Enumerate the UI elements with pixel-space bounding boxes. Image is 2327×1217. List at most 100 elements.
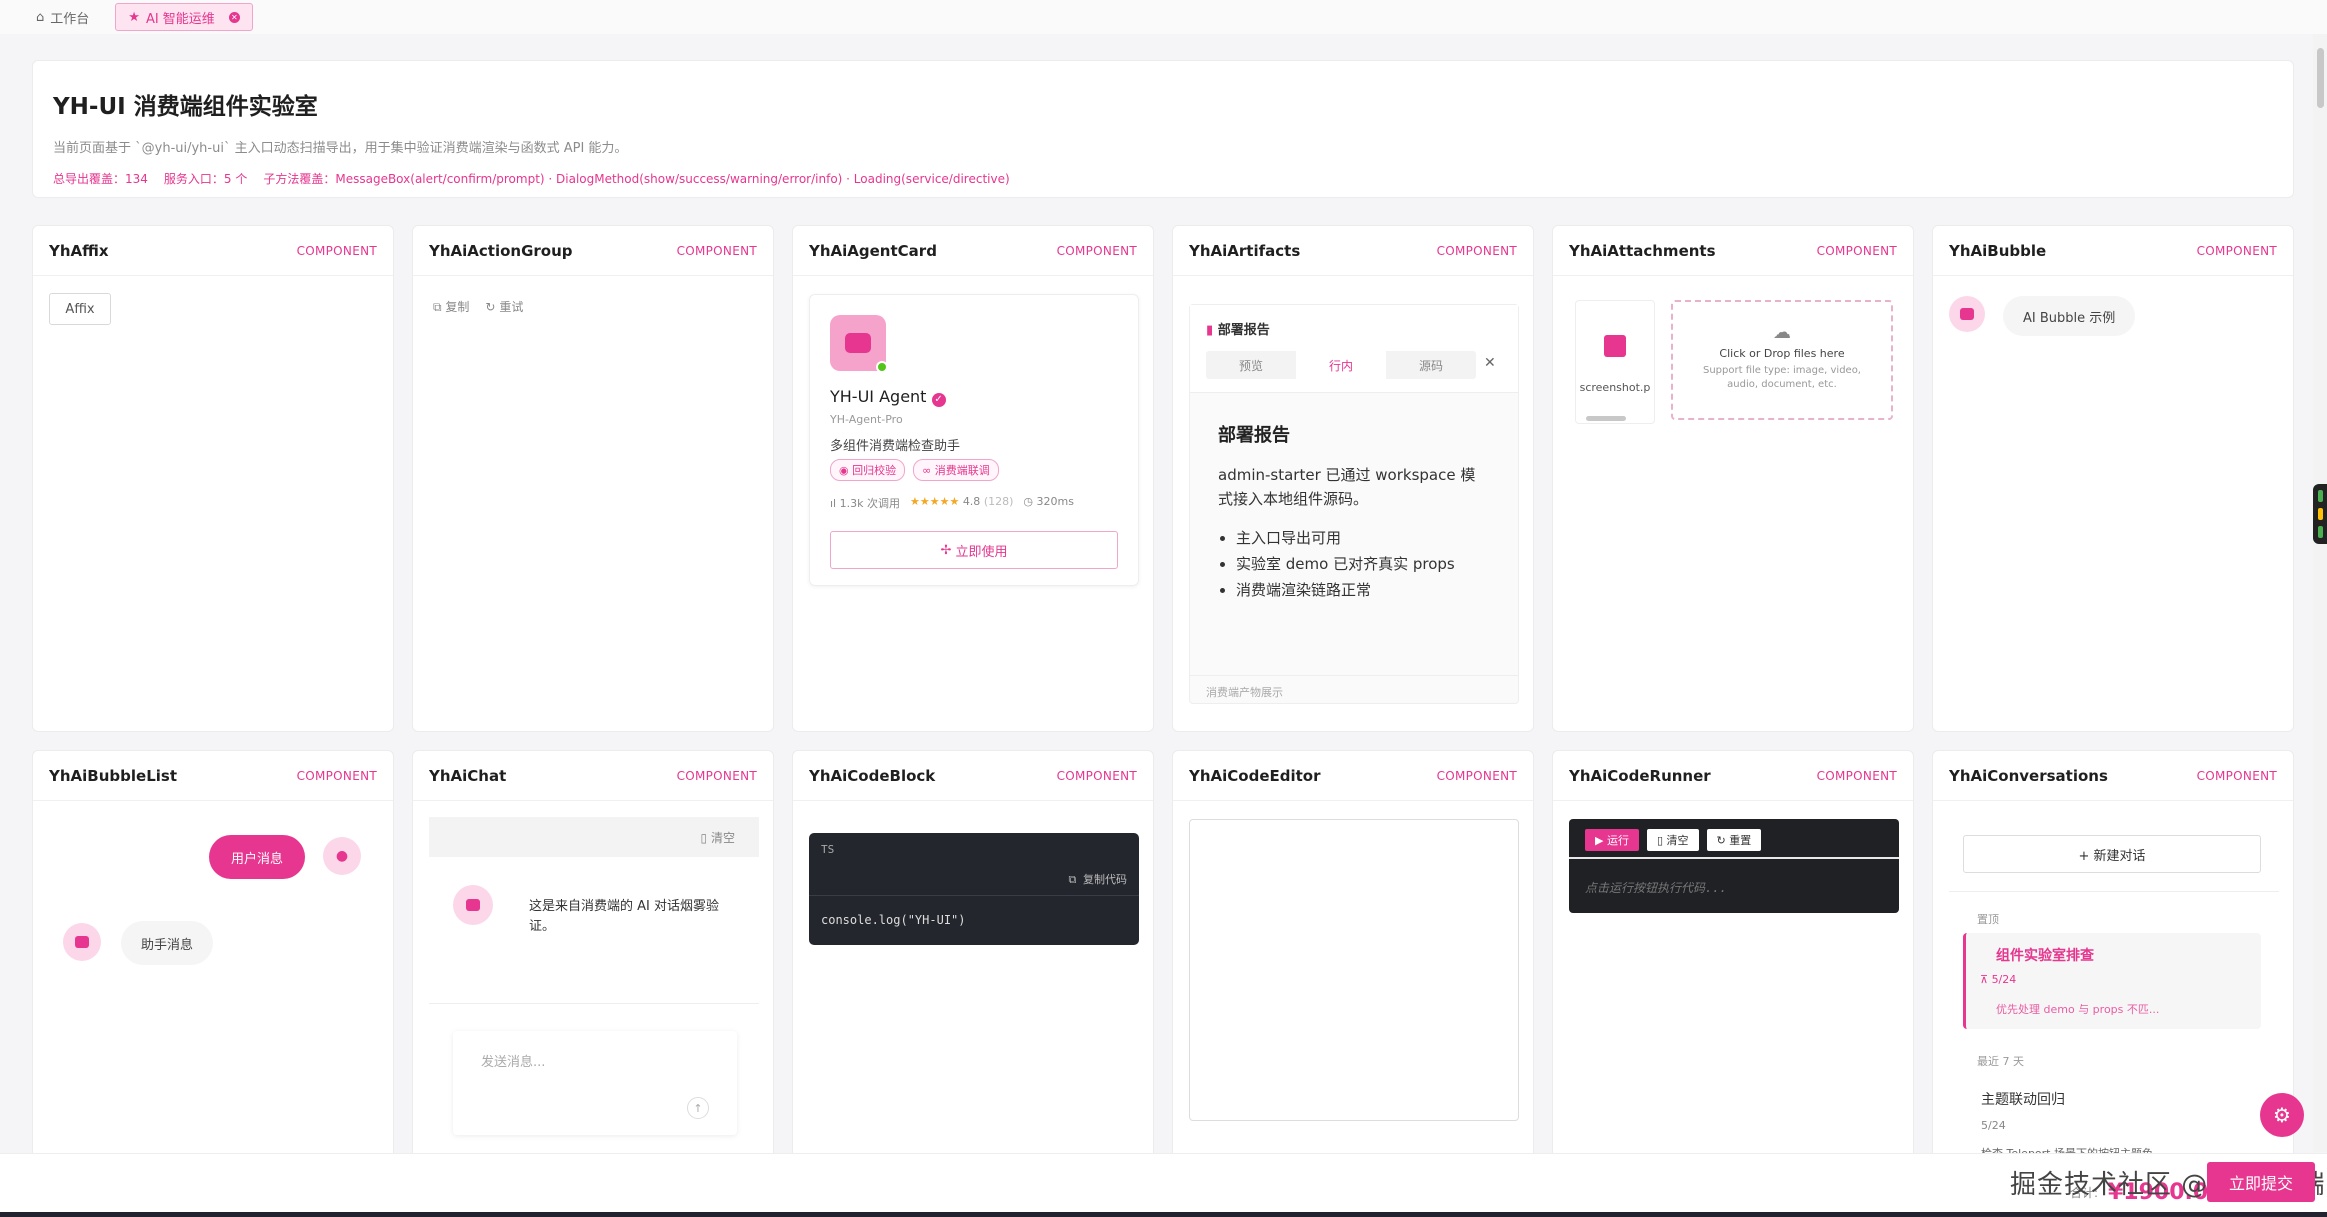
- copy-icon: ⧉: [1068, 873, 1077, 886]
- drop-hint: Support file type: image, video, audio, …: [1702, 365, 1861, 390]
- component-tag: COMPONENT: [1816, 243, 1897, 258]
- card-attachments: YhAiAttachments COMPONENT screenshot.p ☁ …: [1552, 225, 1914, 732]
- runner-output: 点击运行按钮执行代码...: [1585, 881, 1727, 895]
- scrollbar-thumb[interactable]: [2317, 48, 2324, 108]
- new-conversation-button[interactable]: + 新建对话: [1963, 835, 2261, 873]
- stat-methods: 子方法覆盖：MessageBox(alert/confirm/prompt) ·…: [263, 172, 1010, 186]
- retry-action[interactable]: ↻ 重试: [485, 298, 523, 315]
- tab-source[interactable]: 源码: [1386, 351, 1476, 379]
- trash-icon: ▯: [700, 830, 708, 845]
- card-title: YhAiAttachments: [1569, 241, 1716, 260]
- artifacts-view-tabs: 预览 行内 源码: [1206, 351, 1476, 379]
- agent-desc: 多组件消费端检查助手: [830, 439, 961, 454]
- component-tag: COMPONENT: [676, 768, 757, 783]
- tab-inline[interactable]: 行内: [1296, 351, 1386, 379]
- link-icon: ∞: [922, 464, 932, 477]
- reset-button[interactable]: ↻ 重置: [1706, 829, 1762, 851]
- component-tag: COMPONENT: [1436, 768, 1517, 783]
- conversation-title-2[interactable]: 主题联动回归: [1981, 1089, 2065, 1109]
- code-runner: ▶ 运行 ▯ 清空 ↻ 重置 点击运行按钮执行代码...: [1569, 819, 1899, 913]
- copy-action[interactable]: ⧉ 复制: [433, 298, 469, 315]
- gear-icon: ⚙: [2273, 1103, 2291, 1127]
- check-icon: ◉: [839, 464, 849, 477]
- component-tag: COMPONENT: [296, 768, 377, 783]
- online-status-dot: [876, 361, 888, 373]
- tab-ai-ops[interactable]: ★ AI 智能运维 ✕: [115, 3, 253, 31]
- artifact-heading: 部署报告: [1218, 425, 1290, 446]
- clear-chat-button[interactable]: ▯ 清空: [701, 829, 735, 846]
- affix-button[interactable]: Affix: [49, 293, 111, 325]
- bot-avatar: [1949, 296, 1985, 332]
- run-button[interactable]: ▶ 运行: [1585, 829, 1639, 851]
- close-icon[interactable]: ✕: [1484, 355, 1496, 371]
- chat-input[interactable]: 发送消息...: [481, 1051, 545, 1070]
- page-scrollbar[interactable]: [2313, 34, 2327, 1152]
- clear-button[interactable]: ▯ 清空: [1646, 829, 1699, 851]
- assistant-message-bubble: 助手消息: [121, 921, 214, 965]
- conversation-item-active[interactable]: 组件实验室排查 ⊼ 5/24 优先处理 demo 与 props 不匹...: [1963, 933, 2261, 1029]
- stars-icon: ★★★★★: [910, 495, 960, 508]
- card-code-editor: YhAiCodeEditor COMPONENT: [1172, 750, 1534, 1170]
- card-bubble-list: YhAiBubbleList COMPONENT 用户消息 ● 助手消息: [32, 750, 394, 1170]
- drop-zone[interactable]: ☁ Click or Drop files here Support file …: [1671, 300, 1893, 420]
- card-agent-card: YhAiAgentCard COMPONENT YH-UI Agent ✓ YH-…: [792, 225, 1154, 732]
- attachment-file[interactable]: screenshot.p: [1575, 300, 1655, 424]
- component-tag: COMPONENT: [1056, 768, 1137, 783]
- file-scrollbar[interactable]: [1586, 416, 1626, 421]
- code-editor[interactable]: [1189, 819, 1519, 1121]
- code-text: console.log("YH-UI"): [821, 913, 966, 927]
- robot-icon: [75, 936, 89, 948]
- robot-icon: [1960, 308, 1974, 320]
- component-tag: COMPONENT: [676, 243, 757, 258]
- group-recent: 最近 7 天: [1977, 1055, 2024, 1068]
- upload-cloud-icon: ☁: [1773, 322, 1791, 343]
- runner-toolbar: ▶ 运行 ▯ 清空 ↻ 重置: [1585, 829, 1762, 851]
- copy-code-button[interactable]: ⧉ 复制代码: [1069, 871, 1127, 887]
- copy-icon: ⧉: [433, 300, 442, 314]
- coverage-stats: 总导出覆盖：134 服务入口：5 个 子方法覆盖：MessageBox(aler…: [53, 170, 2273, 187]
- card-title: YhAiConversations: [1949, 766, 2108, 785]
- calls-metric: ıl 1.3k 次调用: [830, 497, 900, 510]
- conversation-date: ⊼ 5/24: [1980, 973, 2017, 986]
- sparkle-icon: ✢: [940, 542, 952, 558]
- card-title: YhAiBubbleList: [49, 766, 177, 785]
- page-title: YH-UI 消费端组件实验室: [53, 94, 318, 120]
- code-lang: TS: [821, 843, 835, 856]
- card-artifacts: YhAiArtifacts COMPONENT ▮ 部署报告 预览 行内 源码 ✕…: [1172, 225, 1534, 732]
- tab-bar: ⌂ 工作台 ★ AI 智能运维 ✕: [0, 0, 2327, 34]
- stat-services: 服务入口：5 个: [163, 172, 248, 186]
- chat-message: 这是来自消费端的 AI 对话烟雾验证。: [529, 899, 719, 934]
- agent-avatar: [830, 315, 888, 373]
- submit-button[interactable]: 立即提交: [2207, 1162, 2315, 1202]
- refresh-icon: ↻: [485, 300, 496, 314]
- lab-header: YH-UI 消费端组件实验室 当前页面基于 `@yh-ui/yh-ui` 主入口…: [32, 60, 2294, 198]
- card-title: YhAiArtifacts: [1189, 241, 1301, 260]
- artifacts-footer: 消费端产物展示: [1190, 675, 1518, 703]
- robot-icon: [845, 333, 871, 353]
- chat-input-box: 发送消息... ↑: [453, 1031, 737, 1135]
- pin-icon: ⊼: [1980, 973, 1989, 986]
- tab-preview[interactable]: 预览: [1206, 351, 1296, 379]
- bot-avatar: [453, 885, 493, 925]
- card-title: YhAffix: [49, 241, 109, 260]
- latency-metric: ◷ 320ms: [1023, 495, 1074, 508]
- clock-icon: ◷: [1023, 495, 1034, 508]
- use-now-button[interactable]: ✢ 立即使用: [830, 531, 1118, 569]
- tab-workbench[interactable]: ⌂ 工作台: [26, 3, 99, 31]
- bot-avatar: [63, 923, 101, 961]
- tag-consumer: ∞ 消费端联调: [913, 459, 999, 481]
- chart-icon: ıl: [830, 497, 837, 510]
- component-tag: COMPONENT: [1436, 243, 1517, 258]
- action-group: ⧉ 复制 ↻ 重试: [433, 298, 523, 315]
- close-icon[interactable]: ✕: [228, 11, 240, 23]
- side-widget[interactable]: [2313, 484, 2327, 544]
- drop-title: Click or Drop files here: [1719, 347, 1845, 360]
- send-icon[interactable]: ↑: [687, 1097, 709, 1119]
- card-title: YhAiBubble: [1949, 241, 2047, 260]
- trash-icon: ▯: [1656, 834, 1664, 847]
- card-affix: YhAffix COMPONENT Affix: [32, 225, 394, 732]
- refresh-icon: ↻: [1716, 834, 1726, 847]
- star-icon: ★: [128, 9, 140, 25]
- settings-fab[interactable]: ⚙: [2260, 1093, 2304, 1137]
- user-message-bubble: 用户消息: [209, 835, 306, 879]
